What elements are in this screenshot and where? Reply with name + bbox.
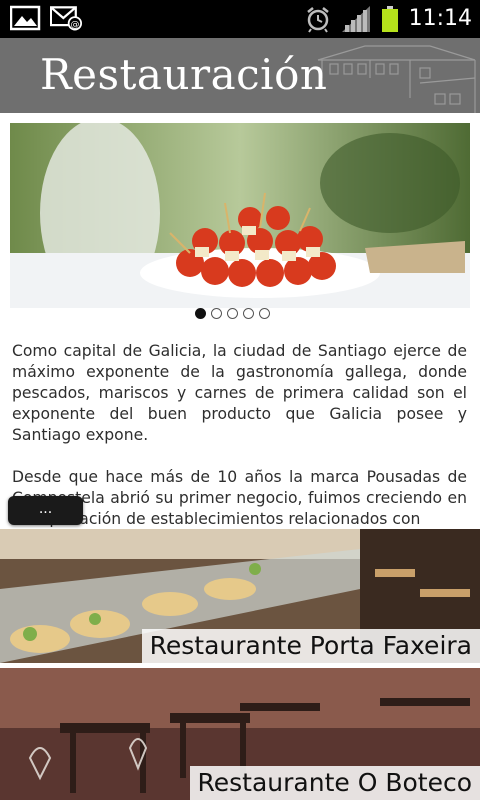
slider-dot-1[interactable] <box>195 308 206 319</box>
app-header: Restauración <box>0 38 480 113</box>
restaurant-name: Restaurante Porta Faxeira <box>141 629 480 663</box>
restaurant-card-o-boteco[interactable]: Restaurante O Boteco <box>0 668 480 800</box>
battery-icon <box>381 6 398 32</box>
signal-icon <box>341 6 370 32</box>
slider-pagination <box>195 308 270 319</box>
food-photo <box>10 123 470 308</box>
restaurant-name: Restaurante O Boteco <box>189 766 480 800</box>
alarm-icon <box>306 7 329 33</box>
slider-dot-2[interactable] <box>211 308 222 319</box>
page-title: Restauración <box>40 50 328 99</box>
email-notification-icon: @ <box>50 6 82 31</box>
svg-text:@: @ <box>70 20 79 30</box>
slider-dot-5[interactable] <box>259 308 270 319</box>
clock: 11:14 <box>408 6 472 31</box>
image-notification-icon <box>10 5 41 31</box>
slider-dot-4[interactable] <box>243 308 254 319</box>
restaurant-card-porta-faxeira[interactable]: Restaurante Porta Faxeira <box>0 529 480 663</box>
more-options-button[interactable]: ... <box>8 496 83 525</box>
slider-dot-3[interactable] <box>227 308 238 319</box>
paragraph: Como capital de Galicia, la ciudad de Sa… <box>12 342 467 444</box>
building-logo-icon <box>317 45 476 113</box>
status-bar: @ 11:14 <box>0 0 480 38</box>
image-slider[interactable] <box>10 123 470 308</box>
